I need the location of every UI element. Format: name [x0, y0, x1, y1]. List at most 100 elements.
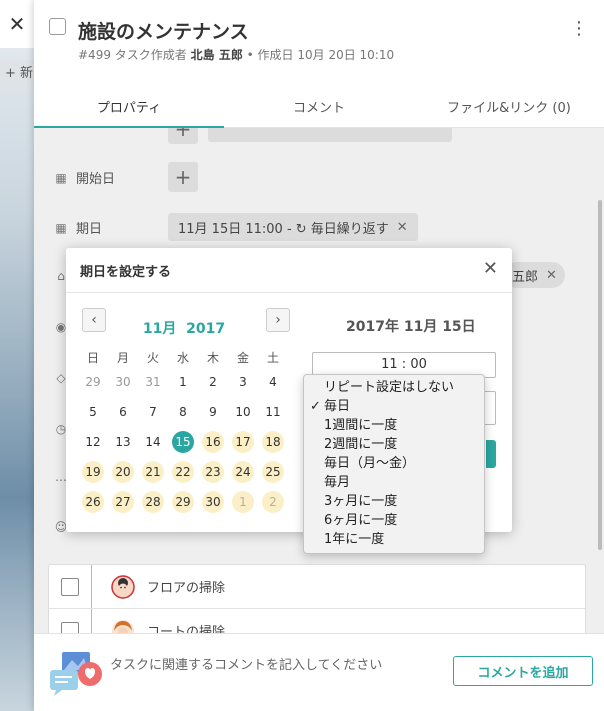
weekday-label: 月 — [116, 350, 129, 365]
calendar-day[interactable]: 17 — [232, 431, 254, 453]
assignee-name: 五郎 — [512, 269, 539, 285]
calendar-day[interactable]: 31 — [142, 371, 164, 393]
task-meta: #499 タスク作成者 北島 五郎 • 作成日 10月 20日 10:10 — [78, 46, 394, 63]
due-date-chip[interactable]: 11月 15日 11:00 - ↻ 毎日繰り返す ✕ — [168, 213, 418, 241]
month-name: 11月 — [142, 321, 177, 337]
repeat-option[interactable]: 1週間に一度 — [304, 416, 484, 435]
calendar-day[interactable]: 13 — [112, 431, 134, 453]
calendar-day[interactable]: 16 — [202, 431, 224, 453]
year-value: 2017 — [186, 321, 226, 337]
repeat-option[interactable]: 毎月 — [304, 473, 484, 492]
calendar-day[interactable]: 12 — [82, 431, 104, 453]
repeat-option[interactable]: 毎日（月〜金） — [304, 454, 484, 473]
more-menu-icon[interactable]: ⋮ — [570, 18, 588, 39]
repeat-option[interactable]: 6ヶ月に一度 — [304, 511, 484, 530]
remove-assignee-icon[interactable]: ✕ — [546, 268, 557, 283]
task-id: #499 — [78, 48, 111, 62]
calendar-day[interactable]: 3 — [232, 371, 254, 393]
calendar-day[interactable]: 29 — [82, 371, 104, 393]
due-date-value: 11月 15日 11:00 - ↻ 毎日繰り返す — [178, 221, 389, 237]
repeat-option[interactable]: リピート設定はしない — [304, 378, 484, 397]
subtask-row[interactable]: フロアの掃除 — [49, 565, 585, 609]
add-location-button[interactable]: + — [168, 128, 198, 144]
calendar-day[interactable]: 2 — [262, 491, 284, 513]
calendar-day[interactable]: 23 — [202, 461, 224, 483]
prev-month-button[interactable]: ‹ — [82, 308, 106, 332]
calendar-day[interactable]: 6 — [112, 401, 134, 423]
repeat-option-label: 1年に一度 — [324, 532, 385, 547]
month-label: 11月 2017 — [124, 318, 244, 338]
calendar-day[interactable]: 10 — [232, 401, 254, 423]
calendar-day[interactable]: 5 — [82, 401, 104, 423]
comment-input[interactable]: タスクに関連するコメントを記入してください — [110, 654, 382, 673]
subtask-checkbox[interactable] — [61, 621, 79, 633]
tab-files-links[interactable]: ファイル&リンク (0) — [414, 88, 604, 128]
calendar-day[interactable]: 18 — [262, 431, 284, 453]
popup-title: 期日を設定する — [80, 265, 172, 280]
avatar — [111, 574, 135, 599]
tab-comments[interactable]: コメント — [224, 88, 414, 128]
weekday-label: 木 — [206, 350, 219, 365]
assignee-chip[interactable]: 五郎 ✕ — [504, 262, 565, 288]
repeat-option[interactable]: 3ヶ月に一度 — [304, 492, 484, 511]
calendar-day[interactable]: 30 — [202, 491, 224, 513]
creator-label: タスク作成者 — [114, 48, 187, 62]
repeat-option[interactable]: 2週間に一度 — [304, 435, 484, 454]
calendar-day[interactable]: 15 — [172, 431, 194, 453]
calendar-day[interactable]: 1 — [232, 491, 254, 513]
repeat-dropdown: リピート設定はしない ✓ 毎日 1週間に一度 2週間に一度毎日（月〜金） 毎月 3ヶ月に一度… — [303, 374, 485, 554]
task-complete-checkbox[interactable] — [49, 18, 66, 35]
calendar-day[interactable]: 9 — [202, 401, 224, 423]
repeat-option[interactable]: ✓ 毎日 — [304, 397, 484, 416]
time-minute: 00 — [410, 357, 427, 372]
weekday-label: 土 — [266, 350, 279, 365]
calendar-day[interactable]: 26 — [82, 491, 104, 513]
calendar-icon: ▦ — [55, 220, 67, 235]
calendar-day[interactable]: 4 — [262, 371, 284, 393]
repeat-option-label: 3ヶ月に一度 — [324, 494, 398, 509]
repeat-option-label: 2週間に一度 — [324, 437, 398, 452]
close-icon[interactable]: ✕ — [483, 258, 498, 279]
confirm-button[interactable] — [486, 440, 496, 468]
close-icon[interactable]: ✕ — [0, 0, 34, 48]
calendar-day[interactable]: 20 — [112, 461, 134, 483]
repeat-option[interactable]: 1年に一度 — [304, 530, 484, 549]
subtask-checkbox[interactable] — [61, 577, 79, 596]
due-date-label: 期日 — [76, 222, 103, 237]
calendar-day[interactable]: 8 — [172, 401, 194, 423]
remove-due-date-icon[interactable]: ✕ — [397, 220, 408, 235]
repeat-option-label: 毎月 — [324, 475, 351, 490]
calendar-day[interactable]: 1 — [172, 371, 194, 393]
new-button[interactable]: + 新 — [0, 60, 34, 88]
calendar-day[interactable]: 19 — [82, 461, 104, 483]
add-start-date-button[interactable]: + — [168, 162, 198, 192]
weekday-label: 水 — [176, 350, 189, 365]
calendar-day[interactable]: 30 — [112, 371, 134, 393]
checkmark-icon: ✓ — [310, 399, 321, 414]
add-comment-button[interactable]: コメントを追加 — [453, 656, 593, 686]
calendar-day[interactable]: 11 — [262, 401, 284, 423]
subtask-row[interactable]: コートの掃除 — [49, 609, 585, 633]
calendar-day[interactable]: 27 — [112, 491, 134, 513]
subtask-name: コートの掃除 — [147, 625, 226, 633]
calendar-day[interactable]: 7 — [142, 401, 164, 423]
task-header: 施設のメンテナンス ⋮ #499 タスク作成者 北島 五郎 • 作成日 10月 … — [34, 0, 604, 128]
scrollbar[interactable] — [598, 200, 602, 550]
calendar-day[interactable]: 24 — [232, 461, 254, 483]
calendar-day[interactable]: 29 — [172, 491, 194, 513]
calendar-day[interactable]: 25 — [262, 461, 284, 483]
avatar — [111, 619, 135, 633]
calendar-day[interactable]: 2 — [202, 371, 224, 393]
creator-name: 北島 五郎 — [190, 48, 243, 62]
weekday-label: 金 — [236, 350, 249, 365]
calendar-day[interactable]: 14 — [142, 431, 164, 453]
due-date-row: ▦ 期日 — [54, 218, 103, 238]
tab-properties[interactable]: プロパティ — [34, 88, 224, 128]
calendar-day[interactable]: 21 — [142, 461, 164, 483]
calendar-day[interactable]: 22 — [172, 461, 194, 483]
task-title[interactable]: 施設のメンテナンス — [78, 17, 249, 44]
tab-bar: プロパティ コメント ファイル&リンク (0) — [34, 88, 604, 128]
comment-footer: タスクに関連するコメントを記入してください コメントを追加 — [34, 633, 604, 711]
next-month-button[interactable]: › — [266, 308, 290, 332]
calendar-day[interactable]: 28 — [142, 491, 164, 513]
